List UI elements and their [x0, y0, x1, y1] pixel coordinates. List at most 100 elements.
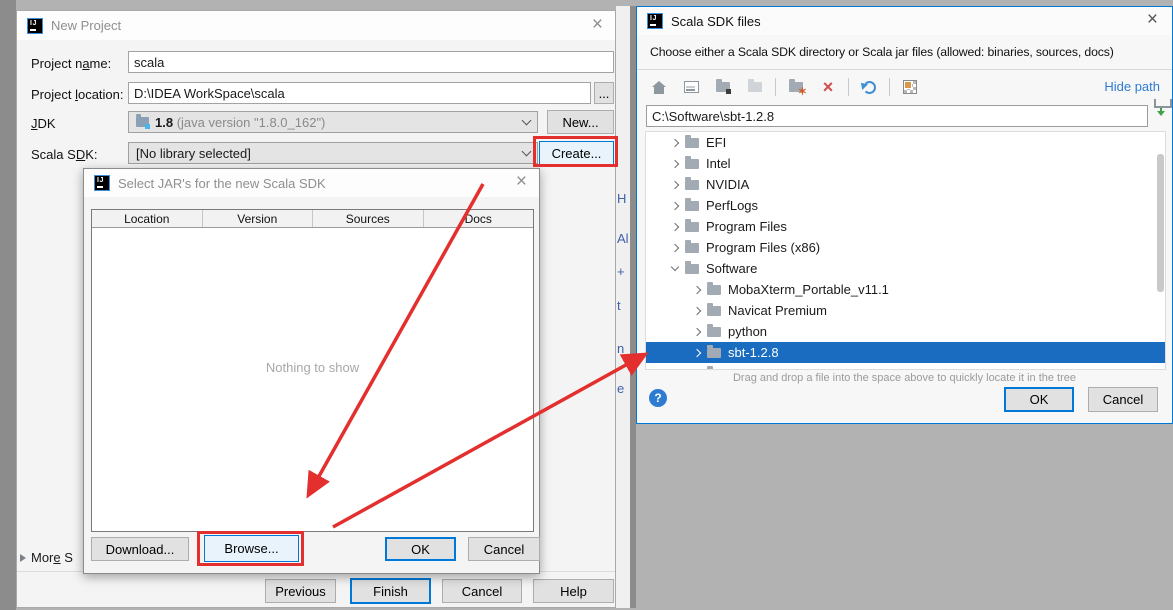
- refresh-icon: [863, 81, 876, 94]
- chevron-right-icon[interactable]: [671, 159, 679, 167]
- tree-item-label: NVIDIA: [706, 177, 749, 192]
- folder-icon: [685, 201, 699, 211]
- select-jar-titlebar: IJ Select JAR's for the new Scala SDK ×: [84, 169, 539, 197]
- new-folder-button[interactable]: [784, 76, 808, 98]
- show-hidden-icon: [903, 80, 917, 94]
- tree-item-perflogs[interactable]: PerfLogs: [646, 195, 1165, 216]
- module-folder-icon: [748, 82, 762, 92]
- close-icon[interactable]: ×: [516, 171, 527, 193]
- tree-item-navicat-premium[interactable]: Navicat Premium: [646, 300, 1165, 321]
- project-location-input[interactable]: D:\IDEA WorkSpace\scala: [128, 82, 591, 104]
- close-icon[interactable]: ×: [1147, 9, 1158, 31]
- intellij-logo-icon: IJ: [94, 175, 110, 191]
- empty-table-message: Nothing to show: [92, 360, 533, 375]
- cancel-button[interactable]: Cancel: [468, 537, 540, 561]
- home-icon: [652, 81, 666, 94]
- sdk-files-titlebar: IJ Scala SDK files ×: [637, 7, 1172, 35]
- tree-item-partial[interactable]: [646, 363, 1165, 370]
- path-input[interactable]: C:\Software\sbt-1.2.8: [646, 105, 1148, 127]
- location-browse-button[interactable]: ...: [594, 82, 614, 104]
- close-icon[interactable]: ×: [592, 14, 603, 36]
- tree-item-label: Navicat Premium: [728, 303, 827, 318]
- cancel-button[interactable]: Cancel: [1088, 387, 1158, 412]
- project-directory-button[interactable]: [711, 76, 735, 98]
- help-button[interactable]: Help: [533, 579, 614, 603]
- jdk-combobox[interactable]: 1.8 (java version "1.8.0_162"): [128, 111, 538, 133]
- hide-path-link[interactable]: Hide path: [1104, 79, 1160, 94]
- chevron-right-icon[interactable]: [671, 243, 679, 251]
- download-button[interactable]: Download...: [91, 537, 189, 561]
- refresh-button[interactable]: [857, 76, 881, 98]
- file-chooser-toolbar: ×: [647, 73, 922, 101]
- delete-button[interactable]: ×: [816, 76, 840, 98]
- chevron-right-icon[interactable]: [671, 180, 679, 188]
- new-project-titlebar: IJ New Project ×: [17, 11, 615, 40]
- folder-icon: [707, 306, 721, 316]
- tree-item-software[interactable]: Software: [646, 258, 1165, 279]
- tree-item-efi[interactable]: EFI: [646, 132, 1165, 153]
- tree-item-python[interactable]: python: [646, 321, 1165, 342]
- jdk-jar-icon: [136, 117, 149, 127]
- browse-button[interactable]: Browse...: [204, 535, 299, 562]
- chevron-right-icon[interactable]: [693, 306, 701, 314]
- folder-icon: [707, 285, 721, 295]
- ok-button[interactable]: OK: [385, 537, 456, 561]
- background-text-fragment: n: [617, 341, 624, 356]
- scala-sdk-combobox[interactable]: [No library selected]: [128, 142, 538, 164]
- jdk-new-button[interactable]: New...: [547, 110, 614, 134]
- project-name-label: Project name:: [31, 56, 111, 71]
- background-text-fragment: t: [617, 298, 621, 313]
- dialog-title: New Project: [51, 18, 121, 33]
- column-header-docs[interactable]: Docs: [424, 210, 534, 227]
- chevron-right-icon[interactable]: [671, 138, 679, 146]
- sdk-files-description: Choose either a Scala SDK directory or S…: [650, 45, 1114, 59]
- chevron-right-icon[interactable]: [671, 201, 679, 209]
- chevron-right-icon[interactable]: [693, 285, 701, 293]
- chevron-right-icon[interactable]: [693, 369, 701, 370]
- folder-icon: [685, 138, 699, 148]
- folder-icon: [685, 159, 699, 169]
- tree-item-program-files-x86-[interactable]: Program Files (x86): [646, 237, 1165, 258]
- chevron-right-icon[interactable]: [693, 348, 701, 356]
- more-settings-toggle[interactable]: More S: [20, 550, 73, 565]
- tree-item-nvidia[interactable]: NVIDIA: [646, 174, 1165, 195]
- home-directory-button[interactable]: [647, 76, 671, 98]
- background-window-sliver: HAl+tne: [616, 6, 630, 608]
- tree-item-mobaxterm-portable-v11.1[interactable]: MobaXterm_Portable_v11.1: [646, 279, 1165, 300]
- column-header-version[interactable]: Version: [203, 210, 314, 227]
- previous-button[interactable]: Previous: [265, 579, 336, 603]
- chevron-down-icon: [522, 115, 532, 125]
- intellij-logo-icon: IJ: [647, 13, 663, 29]
- more-settings-label: More S: [31, 550, 73, 565]
- column-header-location[interactable]: Location: [92, 210, 203, 227]
- desktop-directory-button[interactable]: [679, 76, 703, 98]
- folder-icon: [707, 348, 721, 358]
- tree-item-program-files[interactable]: Program Files: [646, 216, 1165, 237]
- scala-sdk-files-dialog: IJ Scala SDK files × Choose either a Sca…: [636, 6, 1173, 424]
- folder-icon: [685, 222, 699, 232]
- ok-button[interactable]: OK: [1004, 387, 1074, 412]
- project-folder-icon: [716, 82, 730, 92]
- chevron-right-icon[interactable]: [671, 222, 679, 230]
- tree-item-label: Program Files (x86): [706, 240, 820, 255]
- folder-icon: [707, 327, 721, 337]
- select-jar-dialog: IJ Select JAR's for the new Scala SDK × …: [83, 168, 540, 574]
- toolbar-separator: [889, 78, 890, 96]
- chevron-right-icon[interactable]: [693, 327, 701, 335]
- jdk-label: JDK: [31, 116, 56, 131]
- help-icon[interactable]: ?: [649, 389, 667, 407]
- tree-item-intel[interactable]: Intel: [646, 153, 1165, 174]
- tree-item-sbt-1.2.8[interactable]: sbt-1.2.8: [646, 342, 1165, 363]
- show-hidden-button[interactable]: [898, 76, 922, 98]
- chevron-down-icon: [522, 146, 532, 156]
- project-name-input[interactable]: scala: [128, 51, 614, 73]
- folder-icon: [707, 369, 721, 371]
- scala-sdk-create-button[interactable]: Create...: [539, 141, 614, 165]
- delete-icon: ×: [823, 79, 834, 95]
- tree-scrollbar-thumb[interactable]: [1157, 154, 1164, 292]
- chevron-down-icon[interactable]: [671, 263, 679, 271]
- finish-button[interactable]: Finish: [350, 578, 431, 604]
- cancel-button[interactable]: Cancel: [442, 579, 522, 603]
- file-tree: EFIIntel NVIDIA PerfLogsProgram Files Progr…: [645, 131, 1166, 370]
- column-header-sources[interactable]: Sources: [313, 210, 424, 227]
